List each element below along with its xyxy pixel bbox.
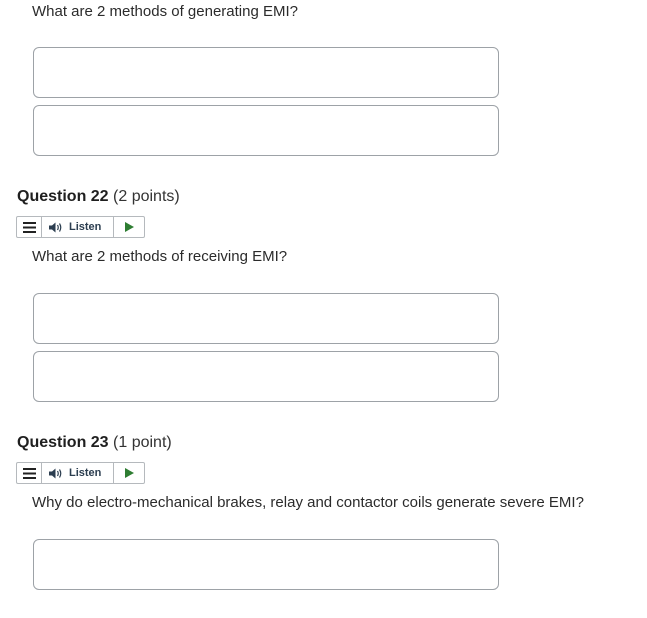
question-23-points: (1 point) [113,434,172,451]
question-23-header: Question 23 (1 point) [17,434,172,452]
listen-button[interactable]: Listen [42,217,114,237]
listen-label: Listen [69,467,102,479]
question-21-answer-2-input[interactable] [33,105,499,156]
question-23-prompt: Why do electro-mechanical brakes, relay … [32,494,584,511]
listen-button[interactable]: Listen [42,463,114,483]
play-icon [124,222,134,232]
speaker-icon [49,468,62,478]
question-22-answer-1-input[interactable] [33,293,499,344]
menu-icon [22,467,36,479]
question-21-prompt: What are 2 methods of generating EMI? [32,3,298,20]
question-22-answer-2-input[interactable] [33,351,499,402]
listen-label: Listen [69,221,102,233]
listen-menu-button[interactable] [17,463,42,483]
question-21-answer-1-input[interactable] [33,47,499,98]
listen-play-button[interactable] [114,463,144,483]
question-23-number: Question 23 [17,434,109,451]
menu-icon [22,221,36,233]
play-icon [124,468,134,478]
question-22-header: Question 22 (2 points) [17,188,180,206]
question-23-listen-toolbar: Listen [16,462,145,484]
listen-play-button[interactable] [114,217,144,237]
listen-menu-button[interactable] [17,217,42,237]
speaker-icon [49,222,62,232]
question-22-number: Question 22 [17,188,109,205]
question-22-points: (2 points) [113,188,180,205]
question-22-listen-toolbar: Listen [16,216,145,238]
question-22-prompt: What are 2 methods of receiving EMI? [32,248,288,265]
question-23-answer-1-input[interactable] [33,539,499,590]
